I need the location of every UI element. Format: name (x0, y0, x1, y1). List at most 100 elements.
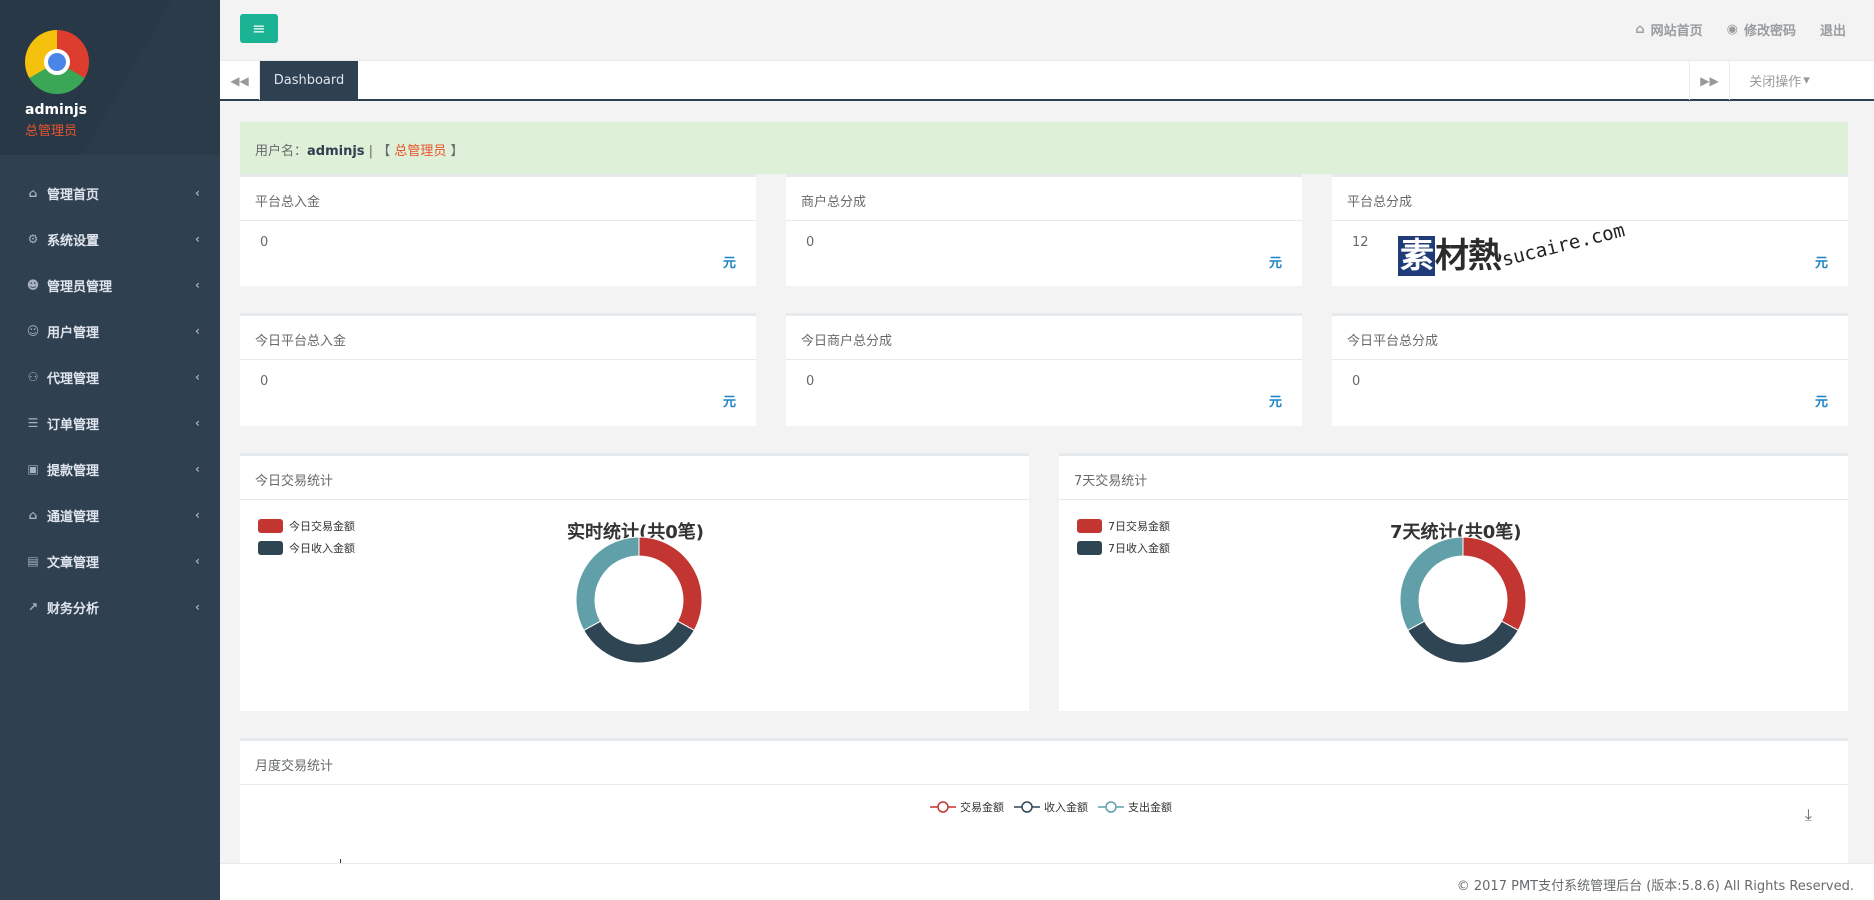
chevron-left-icon: ‹ (195, 278, 200, 292)
stat-value: 0 (806, 374, 815, 389)
alert-prefix: 用户名： (255, 144, 308, 159)
donut-slice-其他[interactable] (575, 536, 640, 632)
close-operations-dropdown[interactable]: 关闭操作 ▾ (1729, 61, 1829, 100)
profile-panel: adminjs 总管理员 (0, 0, 220, 155)
stat-value: 12 (1352, 235, 1369, 250)
donut-slice-7日收入金额[interactable] (1407, 620, 1519, 664)
tab-scroll-right-button[interactable]: ▶▶ (1689, 61, 1729, 100)
avatar[interactable] (25, 30, 89, 94)
stat-unit: 元 (722, 256, 736, 271)
hamburger-icon: ≡ (252, 19, 266, 38)
chevron-left-icon: ‹ (195, 508, 200, 522)
sidebar-item-home[interactable]: ⌂ 管理首页 ‹ (0, 170, 220, 216)
today-stats-panel: 今日交易统计 今日交易金额 今日收入金额 实时统计(共0笔) (240, 453, 1029, 711)
forward-icon: ▶▶ (1700, 73, 1719, 88)
legend-item[interactable]: 收入金额 (1014, 799, 1088, 815)
sidebar-item-finance[interactable]: ↗ 财务分析 ‹ (0, 584, 220, 630)
tab-dashboard[interactable]: Dashboard (260, 61, 358, 100)
footer-copyright: © 2017 PMT支付系统管理后台 (版本:5.8.6) All Rights… (1456, 879, 1854, 894)
legend-marker (1098, 801, 1124, 813)
site-home-link[interactable]: ⌂ 网站首页 (1635, 20, 1702, 39)
sidebar-item-label: 文章管理 (47, 555, 100, 571)
alert-sep-open: | 【 (364, 144, 395, 159)
donut-slice-今日交易金额[interactable] (638, 536, 703, 632)
sidebar-item-label: 用户管理 (47, 325, 100, 341)
bank-icon: ⌂ (28, 508, 38, 522)
chevron-left-icon: ‹ (195, 324, 200, 338)
sidebar-item-label: 通道管理 (47, 509, 100, 525)
change-password-link[interactable]: ◉ 修改密码 (1727, 20, 1796, 39)
legend-item[interactable]: 今日收入金额 (258, 540, 355, 556)
menu-toggle-button[interactable]: ≡ (240, 14, 278, 43)
stat-value: 0 (806, 235, 815, 250)
donut-slice-7日交易金额[interactable] (1462, 536, 1527, 632)
caret-down-icon: ▾ (1803, 73, 1810, 88)
donut-slice-其他[interactable] (1399, 536, 1464, 632)
tabs-bar: ◀◀ Dashboard ▶▶ 关闭操作 ▾ (220, 60, 1874, 101)
profile-role: 总管理员 (25, 124, 78, 139)
sidebar-item-articles[interactable]: ▤ 文章管理 ‹ (0, 538, 220, 584)
chevron-left-icon: ‹ (195, 186, 200, 200)
profile-username: adminjs (25, 102, 87, 118)
stat-today-platform-share: 今日平台总分成 0 元 (1332, 313, 1848, 426)
sidebar-item-withdrawals[interactable]: ▣ 提款管理 ‹ (0, 446, 220, 492)
sidebar-item-label: 财务分析 (47, 601, 100, 617)
legend-item[interactable]: 今日交易金额 (258, 518, 355, 534)
stat-value: 0 (260, 235, 269, 250)
legend-item[interactable]: 支出金额 (1098, 799, 1172, 815)
legend-marker (1014, 801, 1040, 813)
chevron-left-icon: ‹ (195, 600, 200, 614)
logout-link[interactable]: 退出 (1820, 20, 1846, 39)
panel-title: 7天交易统计 (1059, 456, 1848, 500)
legend-item[interactable]: 7日交易金额 (1077, 518, 1170, 534)
close-operations-label: 关闭操作 (1749, 75, 1802, 90)
sidebar-item-label: 订单管理 (47, 417, 100, 433)
top-links: ⌂ 网站首页 ◉ 修改密码 退出 (1635, 20, 1846, 39)
legend-swatch (258, 519, 283, 533)
site-home-label: 网站首页 (1650, 24, 1703, 39)
sidebar-item-users[interactable]: ☺ 用户管理 ‹ (0, 308, 220, 354)
stat-unit: 元 (1814, 395, 1828, 410)
week-donut-chart (1399, 536, 1527, 664)
today-donut-chart (575, 536, 703, 664)
chevron-left-icon: ‹ (195, 554, 200, 568)
backward-icon: ◀◀ (230, 73, 249, 88)
legend-label: 7日交易金额 (1108, 520, 1170, 533)
legend-marker (930, 801, 956, 813)
legend-label: 支出金额 (1128, 801, 1172, 814)
sidebar-item-channels[interactable]: ⌂ 通道管理 ‹ (0, 492, 220, 538)
sidebar-item-label: 代理管理 (47, 371, 100, 387)
legend-item[interactable]: 交易金额 (930, 799, 1004, 815)
monthly-stats-panel: 月度交易统计 交易金额 收入金额 支出金额 ⤓ (240, 738, 1848, 866)
legend-swatch (1077, 541, 1102, 555)
stat-today-merchant-share: 今日商户总分成 0 元 (786, 313, 1302, 426)
stat-platform-total-deposit: 平台总入金 0 元 (240, 174, 756, 286)
legend-label: 收入金额 (1044, 801, 1088, 814)
chart-legend: 7日交易金额 7日收入金额 (1077, 518, 1170, 562)
book-icon: ▤ (27, 554, 39, 568)
home-icon: ⌂ (1635, 22, 1645, 37)
home-icon: ⌂ (28, 186, 38, 200)
list-icon: ☰ (27, 416, 39, 430)
sidebar-item-label: 管理员管理 (47, 279, 113, 295)
sidebar-item-label: 系统设置 (47, 233, 100, 249)
sidebar-item-agents[interactable]: ⚇ 代理管理 ‹ (0, 354, 220, 400)
handshake-icon: ⚇ (27, 370, 39, 384)
chart-legend: 今日交易金额 今日收入金额 (258, 518, 355, 562)
sidebar-item-admins[interactable]: ☻ 管理员管理 ‹ (0, 262, 220, 308)
donut-slice-今日收入金额[interactable] (583, 620, 695, 664)
download-icon[interactable]: ⤓ (1805, 805, 1812, 825)
change-password-label: 修改密码 (1743, 24, 1796, 39)
sidebar-item-settings[interactable]: ⚙ 系统设置 ‹ (0, 216, 220, 262)
alert-sep-close: 】 (446, 144, 464, 159)
stat-title: 商户总分成 (786, 177, 1302, 221)
alert-username: adminjs (307, 144, 365, 159)
stat-title: 今日平台总入金 (240, 316, 756, 360)
stat-value: 0 (1352, 374, 1361, 389)
legend-swatch (258, 541, 283, 555)
tab-scroll-left-button[interactable]: ◀◀ (220, 61, 260, 100)
sidebar-item-orders[interactable]: ☰ 订单管理 ‹ (0, 400, 220, 446)
panel-title: 今日交易统计 (240, 456, 1029, 500)
stat-title: 平台总入金 (240, 177, 756, 221)
legend-item[interactable]: 7日收入金额 (1077, 540, 1170, 556)
